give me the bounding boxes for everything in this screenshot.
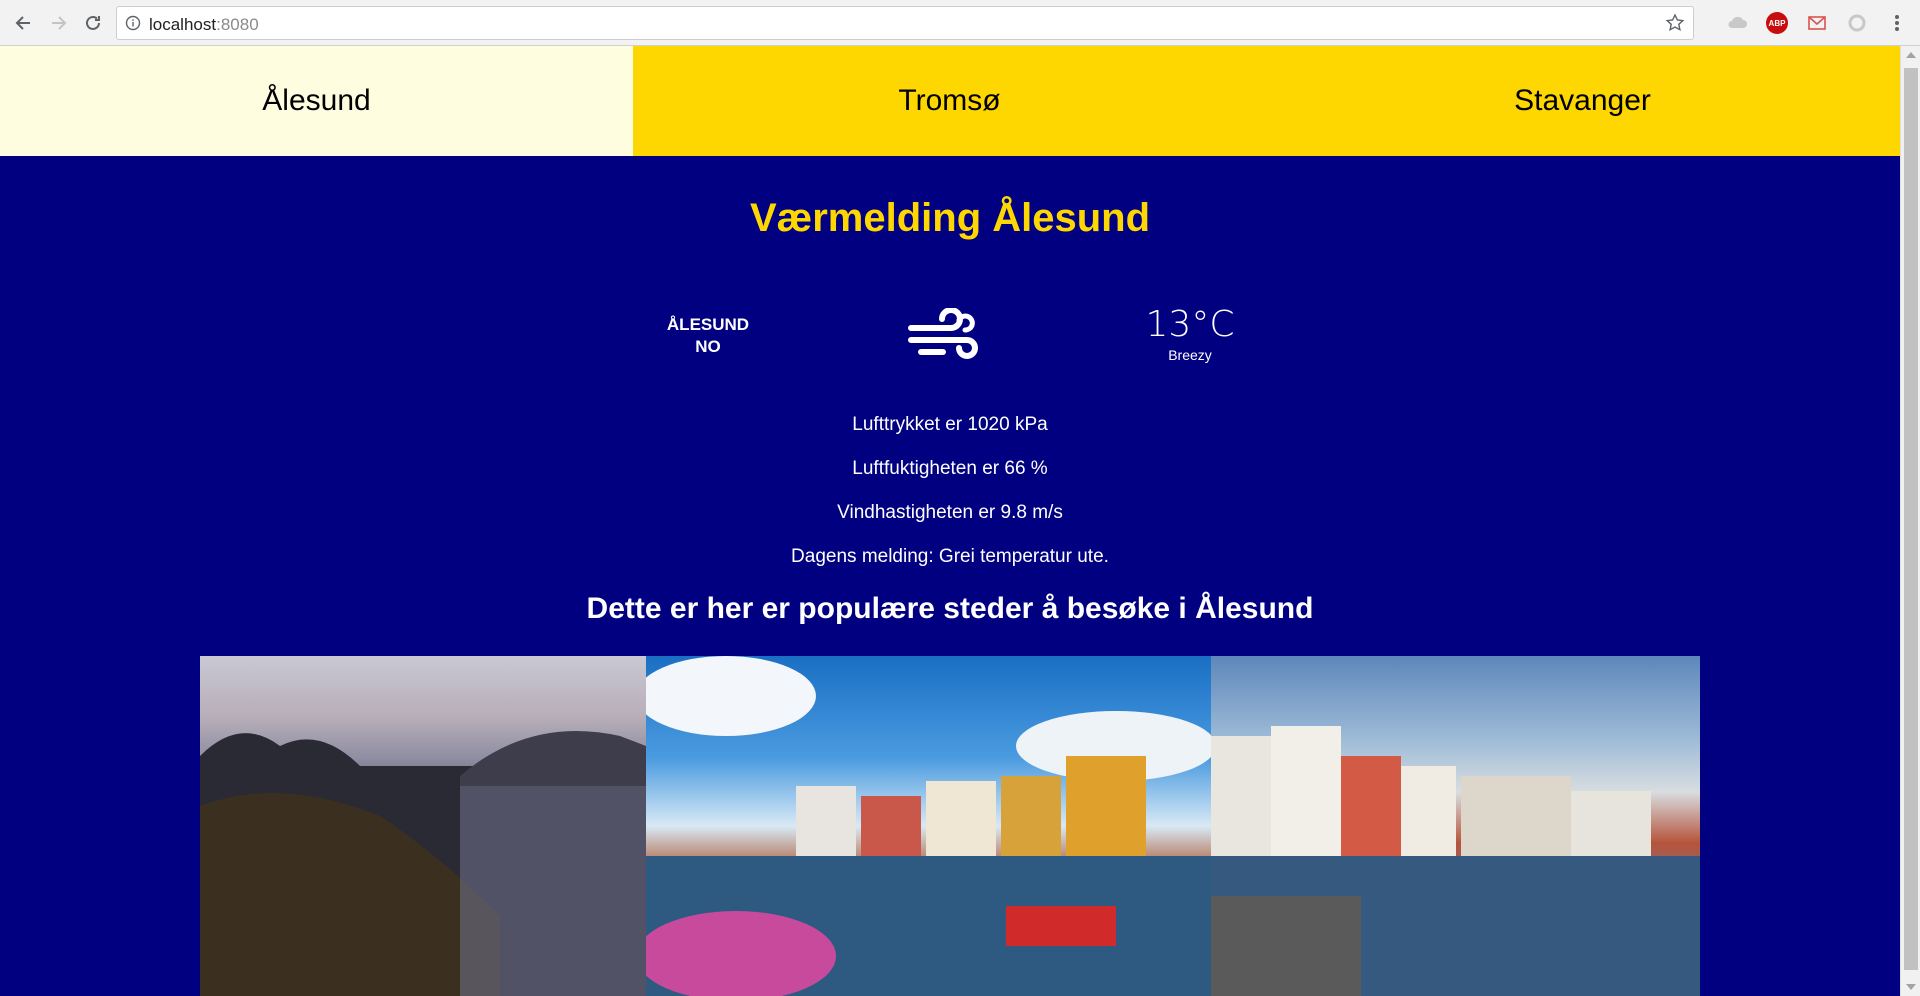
tab-alesund[interactable]: Ålesund (0, 46, 633, 156)
tab-tromso[interactable]: Tromsø (633, 46, 1266, 156)
adblock-plus-icon[interactable]: ABP (1766, 12, 1788, 34)
info-icon[interactable] (125, 15, 141, 31)
url-port: :8080 (216, 15, 259, 34)
photo-alesund-harbor (646, 656, 1211, 996)
scroll-up-arrow-icon[interactable] (1906, 52, 1916, 58)
wind-icon (908, 308, 978, 359)
wind-speed-text: Vindhastigheten er 9.8 m/s (837, 502, 1063, 523)
vertical-scrollbar[interactable] (1900, 46, 1920, 996)
scrollbar-thumb[interactable] (1904, 68, 1918, 970)
forward-arrow-icon[interactable] (44, 8, 74, 38)
location-block: ÅLESUND NO (648, 314, 768, 358)
url-host: localhost (149, 15, 217, 34)
cloud-extension-icon[interactable] (1726, 12, 1748, 34)
weather-condition: Breezy (1168, 347, 1212, 363)
page-viewport: Ålesund Tromsø Stavanger Værmelding Åles… (0, 46, 1900, 996)
sync-extension-icon[interactable] (1846, 12, 1868, 34)
temperature-block: 13°C Breezy (1110, 304, 1270, 363)
photo-alesund-canal (1211, 656, 1700, 996)
kebab-menu-icon[interactable] (1886, 12, 1908, 34)
daily-message-text: Dagens melding: Grei temperatur ute. (791, 546, 1109, 567)
address-bar[interactable]: localhost:8080 (116, 6, 1694, 40)
reload-icon[interactable] (78, 8, 108, 38)
browser-toolbar: localhost:8080 ABP (0, 0, 1920, 46)
tab-stavanger[interactable]: Stavanger (1266, 46, 1899, 156)
back-arrow-icon[interactable] (8, 8, 38, 38)
temperature-value: 13°C (1145, 304, 1235, 345)
attractions-heading: Dette er her er populære steder å besøke… (586, 592, 1314, 625)
page-title: Værmelding Ålesund (749, 196, 1151, 240)
humidity-text: Luftfuktigheten er 66 % (852, 458, 1048, 479)
pressure-text: Lufttrykket er 1020 kPa (852, 414, 1048, 435)
country-code: NO (695, 337, 721, 356)
photo-gallery (200, 656, 1700, 996)
mail-extension-icon[interactable] (1806, 12, 1828, 34)
photo-alesund-night (200, 656, 646, 996)
city-tabs: Ålesund Tromsø Stavanger (0, 46, 1900, 156)
url-text: localhost:8080 (149, 15, 259, 35)
city-name: ÅLESUND (666, 315, 750, 334)
scroll-down-arrow-icon[interactable] (1906, 984, 1916, 990)
weather-summary: ÅLESUND NO 13°C Breezy (0, 304, 1900, 384)
bookmark-star-icon[interactable] (1665, 13, 1685, 33)
